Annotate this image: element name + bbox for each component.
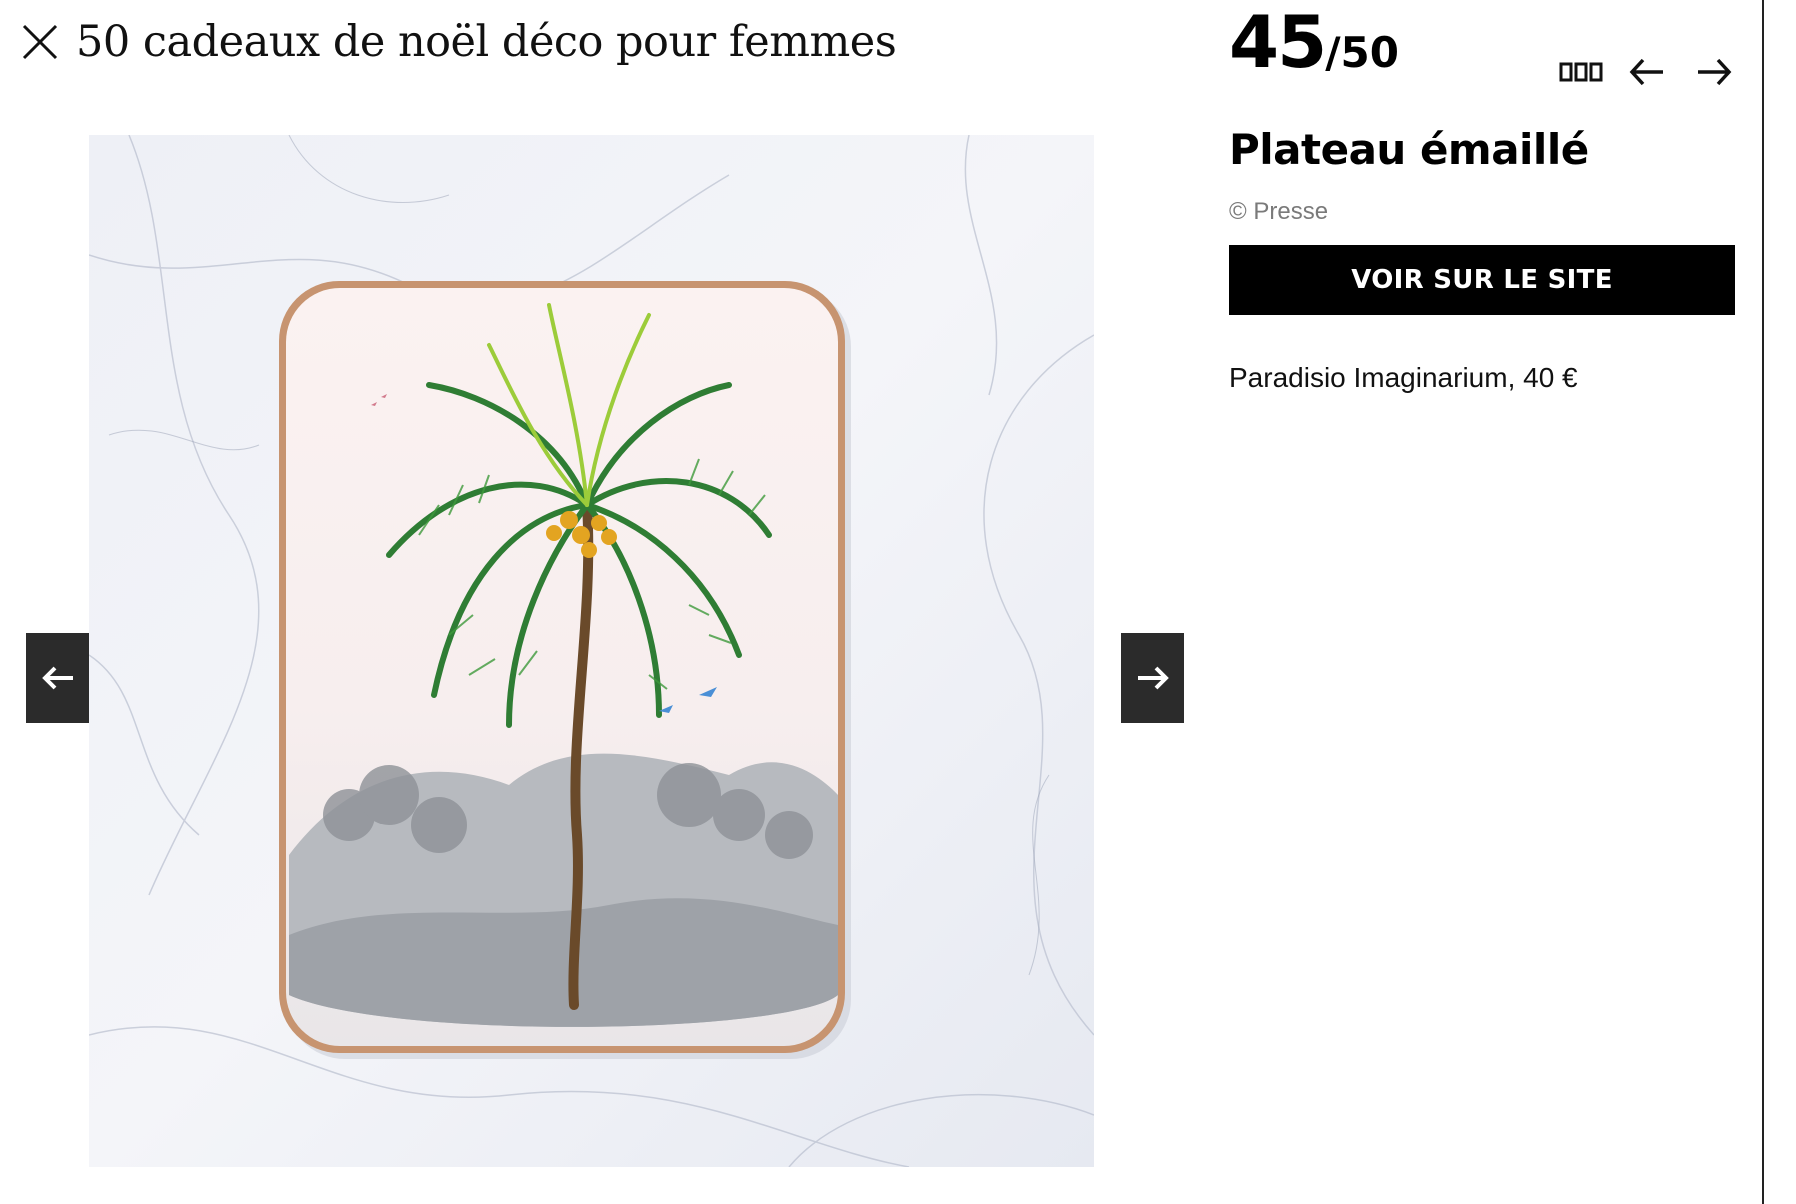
counter-total: /50 (1325, 28, 1399, 77)
panel-divider (1762, 0, 1764, 1204)
arrow-right-icon (1137, 666, 1169, 690)
close-icon (22, 24, 58, 60)
arrow-right-icon (1698, 58, 1732, 86)
item-title: Plateau émaillé (1229, 125, 1589, 174)
next-button[interactable] (1694, 52, 1734, 92)
item-description: Paradisio Imaginarium, 40 € (1229, 362, 1578, 393)
gallery-title: 50 cadeaux de noël déco pour femmes (76, 17, 897, 67)
photo-credit: © Presse (1229, 198, 1329, 225)
grid-view-icon (1559, 62, 1603, 82)
arrow-left-icon (1629, 58, 1663, 86)
previous-button[interactable] (1627, 52, 1667, 92)
counter-current: 45 (1229, 0, 1327, 84)
slide-next-button[interactable] (1121, 633, 1184, 723)
gallery-page: 50 cadeaux de noël déco pour femmes 45/5… (0, 0, 1796, 1204)
product-image (89, 135, 1094, 1167)
arrow-left-icon (41, 666, 73, 690)
visit-site-button[interactable]: VOIR SUR LE SITE (1229, 245, 1735, 315)
slide-counter: 45/50 (1229, 6, 1399, 78)
slide-prev-button[interactable] (26, 633, 89, 723)
grid-view-button[interactable] (1559, 60, 1603, 84)
close-button[interactable] (20, 22, 60, 62)
